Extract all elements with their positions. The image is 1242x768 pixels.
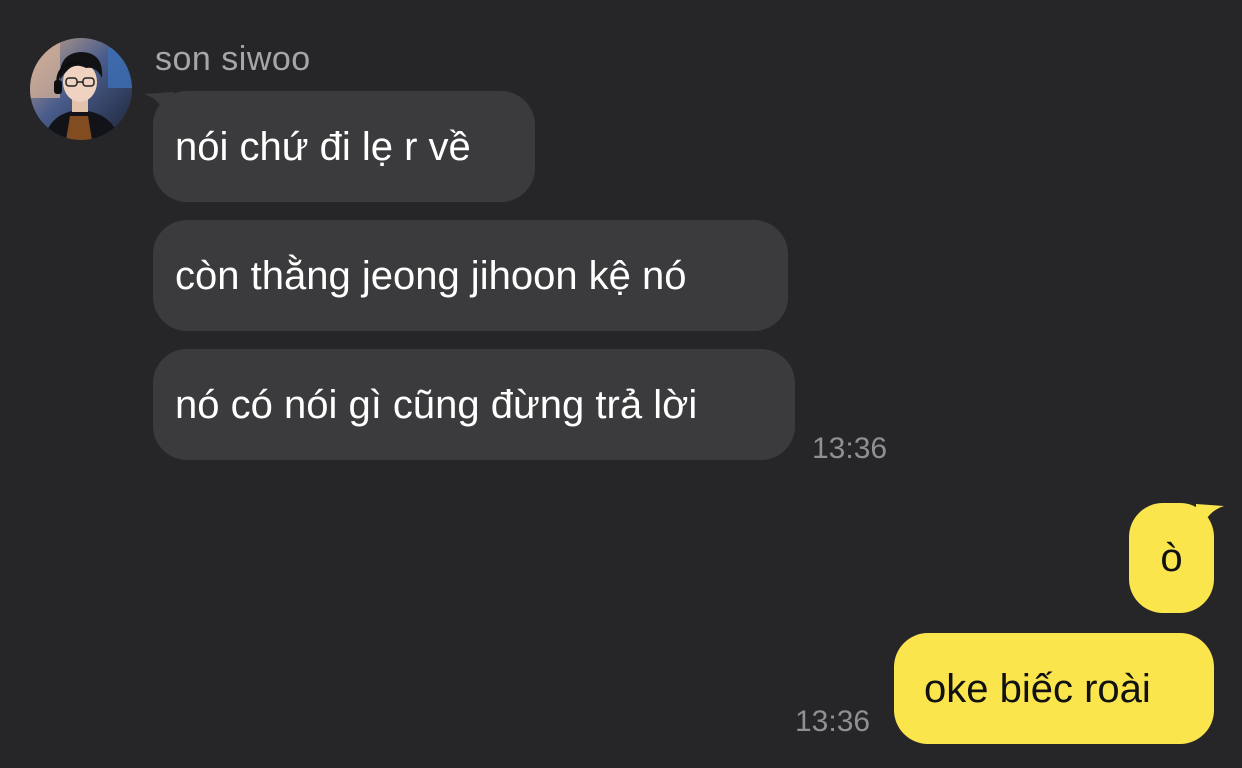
incoming-message[interactable]: nói chứ đi lẹ r về: [153, 91, 535, 202]
incoming-message[interactable]: còn thằng jeong jihoon kệ nó: [153, 220, 788, 331]
message-text: nói chứ đi lẹ r về: [175, 124, 471, 169]
message-text: nó có nói gì cũng đừng trả lời: [175, 382, 698, 427]
avatar-image: [30, 38, 132, 140]
incoming-message[interactable]: nó có nói gì cũng đừng trả lời: [153, 349, 795, 460]
message-text: oke biếc roài: [924, 666, 1151, 711]
outgoing-message[interactable]: ò: [1129, 503, 1214, 613]
sender-name: son siwoo: [155, 40, 311, 78]
message-text: còn thằng jeong jihoon kệ nó: [175, 253, 687, 298]
outgoing-message[interactable]: oke biếc roài: [894, 633, 1214, 744]
incoming-timestamp: 13:36: [812, 432, 888, 465]
avatar[interactable]: [30, 38, 132, 140]
outgoing-timestamp: 13:36: [795, 705, 871, 738]
message-text: ò: [1160, 536, 1183, 580]
